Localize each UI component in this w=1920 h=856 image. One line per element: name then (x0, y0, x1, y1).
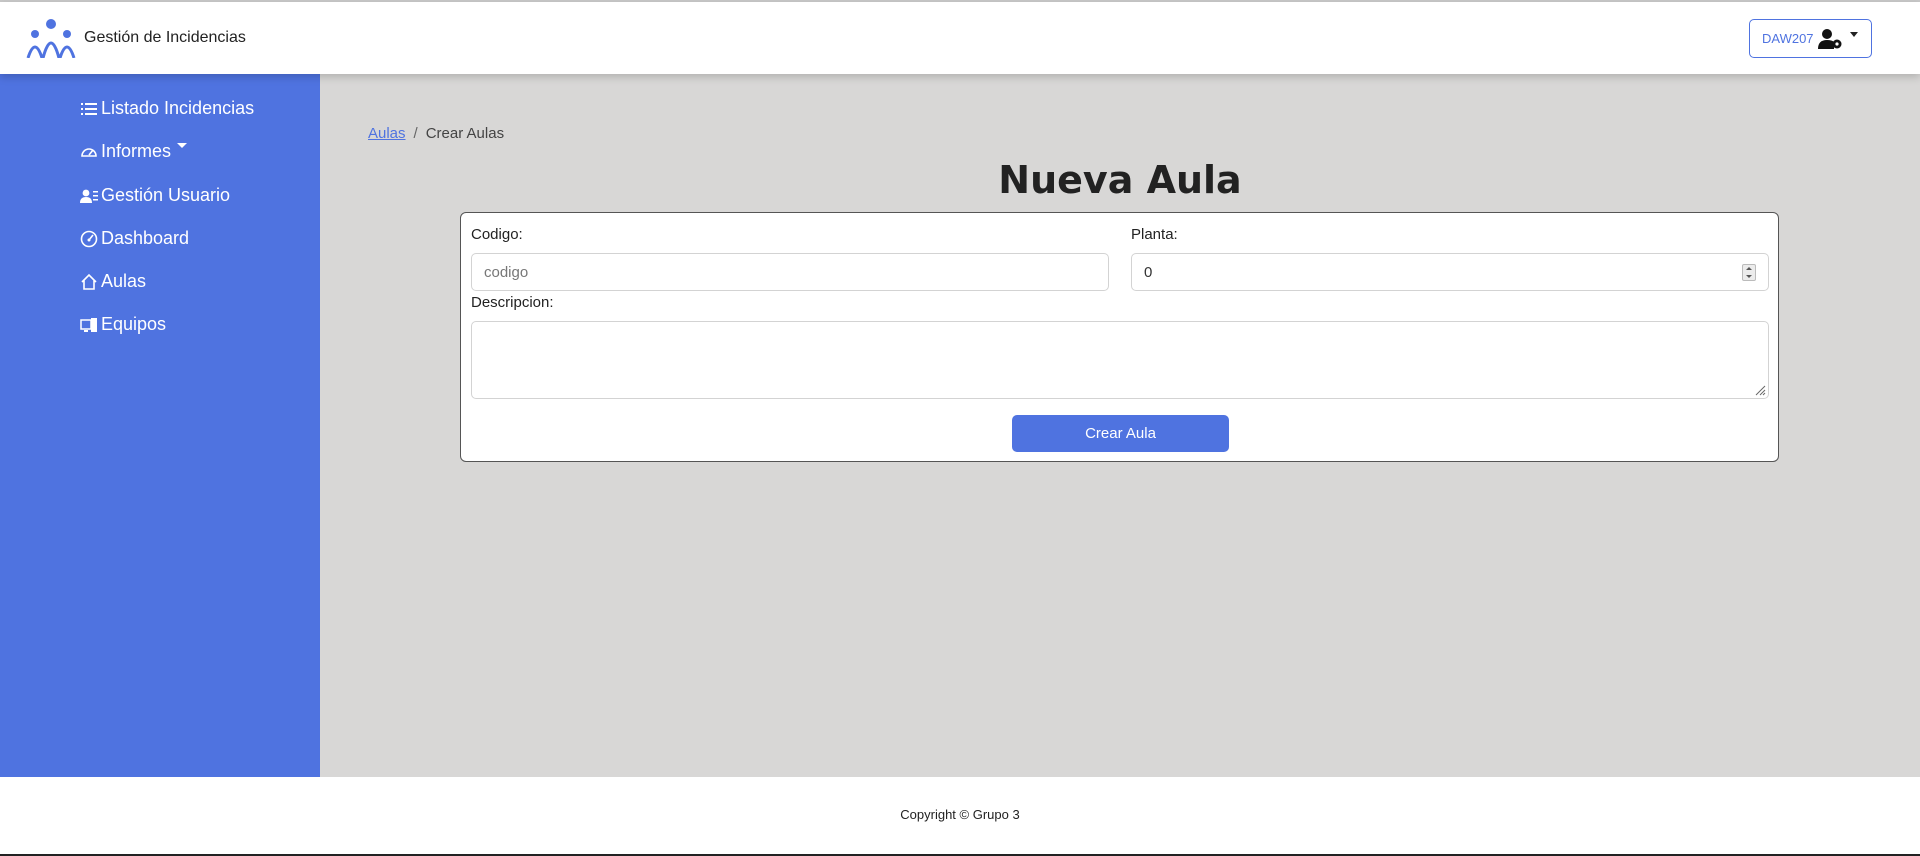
sidebar-item-informes[interactable]: Informes (80, 141, 188, 162)
breadcrumb-current: Crear Aulas (425, 125, 505, 142)
sidebar: Listado Incidencias Informes Gestión Usu… (0, 74, 320, 777)
dashboard-gauge-icon (80, 230, 98, 247)
list-icon (81, 102, 97, 115)
sidebar-item-label: Listado Incidencias (101, 98, 255, 118)
planta-number-input[interactable]: 0 (1131, 253, 1769, 291)
sidebar-item-gestion-usuario[interactable]: Gestión Usuario (80, 185, 230, 206)
sidebar-item-label: Aulas (101, 271, 147, 291)
brand-title: Gestión de Incidencias (84, 29, 246, 46)
crear-aula-button[interactable]: Crear Aula (1012, 415, 1229, 452)
sidebar-item-listado-incidencias[interactable]: Listado Incidencias (80, 98, 254, 119)
house-icon (81, 273, 97, 290)
planta-label: Planta: (1131, 226, 1178, 243)
resize-grip-icon[interactable] (1754, 384, 1766, 396)
sidebar-item-label: Dashboard (101, 228, 190, 248)
spinner-up-icon (1746, 267, 1752, 271)
main-content: Aulas / Crear Aulas Nueva Aula Codigo: c… (320, 74, 1920, 777)
speedometer-icon (81, 147, 97, 157)
user-list-icon (80, 189, 98, 203)
sidebar-item-aulas[interactable]: Aulas (80, 271, 146, 292)
sidebar-item-dashboard[interactable]: Dashboard (80, 228, 189, 249)
sidebar-item-equipos[interactable]: Equipos (80, 314, 166, 335)
sidebar-item-label: Equipos (101, 314, 167, 334)
user-gear-icon (1817, 28, 1842, 49)
new-aula-form: Codigo: codigo Planta: 0 Descripcion: Cr… (460, 212, 1779, 462)
codigo-label: Codigo: (471, 226, 523, 243)
sidebar-item-label: Gestión Usuario (101, 185, 231, 205)
spinner-down-icon (1746, 274, 1752, 278)
footer: Copyright © Grupo 3 (0, 777, 1920, 854)
breadcrumb: Aulas / Crear Aulas (368, 125, 504, 142)
number-spinner[interactable] (1742, 264, 1756, 281)
chevron-down-icon (1849, 32, 1858, 37)
user-menu-button[interactable]: DAW207 (1749, 19, 1872, 58)
copyright-text: Copyright © Grupo 3 (900, 806, 1020, 822)
descripcion-label: Descripcion: (471, 294, 554, 311)
sidebar-item-label: Informes (101, 141, 172, 161)
brand[interactable]: Gestión de Incidencias (26, 18, 246, 58)
user-name: DAW207 (1762, 31, 1814, 46)
people-group-icon (26, 19, 76, 58)
top-navbar: Gestión de Incidencias DAW207 (0, 2, 1920, 74)
codigo-input[interactable]: codigo (471, 253, 1109, 291)
page-title: Nueva Aula (998, 158, 1242, 202)
caret-down-icon (177, 143, 188, 148)
codigo-placeholder: codigo (484, 263, 529, 281)
breadcrumb-separator: / (413, 125, 418, 142)
devices-icon (80, 317, 97, 332)
descripcion-textarea[interactable] (471, 321, 1769, 399)
planta-value: 0 (1144, 263, 1153, 281)
breadcrumb-link-aulas[interactable]: Aulas (368, 125, 406, 142)
